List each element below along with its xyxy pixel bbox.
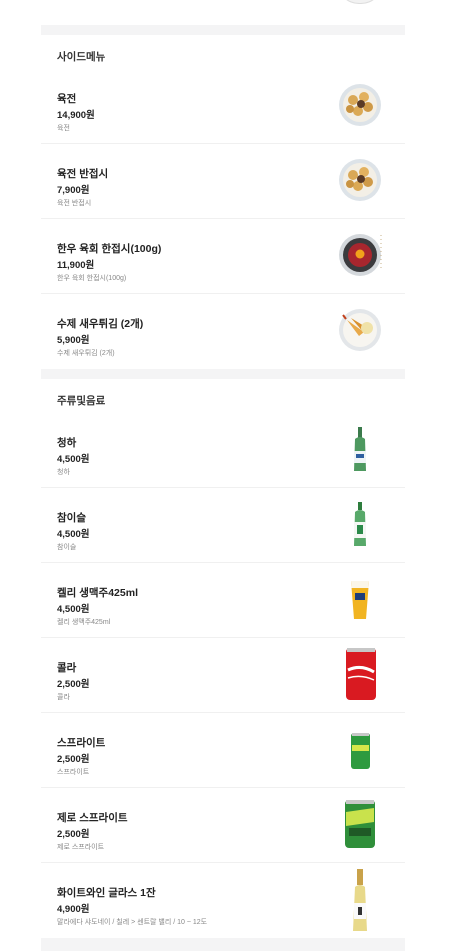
item-description: 육전 반접시 [57,200,92,207]
menu-item-sprite[interactable]: 스프라이트 2,500원 스프라이트 [41,713,405,788]
item-price: 4,500원 [57,454,90,465]
section-title: 주류및음료 [57,395,106,407]
item-price: 4,900원 [57,904,90,915]
item-price: 4,500원 [57,604,90,615]
item-price: 7,900원 [57,185,90,196]
item-price: 14,900원 [57,110,95,121]
item-name: 화이트와인 글라스 1잔 [57,887,156,899]
previous-item-image [337,0,383,4]
item-description: 말라에다 샤도네이 / 칠레 > 센트랄 밸리 / 10 ~ 12도 [57,919,208,926]
item-price: 2,500원 [57,679,90,690]
item-price: 4,500원 [57,529,90,540]
section-drinks: 주류및음료 청하 4,500원 청하 참이슬 4,500원 참이슬 켈리 생맥주… [41,379,405,938]
menu-page: 사이드메뉴 육전 14,900원 육전 육전 반접시 7,900원 육전 반접시 [41,0,405,951]
item-price: 5,900원 [57,335,90,346]
item-description: 켈리 생맥주425ml [57,619,111,626]
shrimp-tempura-plate-image [337,306,383,354]
menu-item-kelly-beer[interactable]: 켈리 생맥주425ml 4,500원 켈리 생맥주425ml [41,563,405,638]
item-price: 2,500원 [57,754,90,765]
item-price: 11,900원 [57,260,95,271]
white-wine-bottle-image [337,869,383,931]
item-name: 육전 [57,93,77,105]
section-title: 사이드메뉴 [57,51,106,63]
menu-item-cola[interactable]: 콜라 2,500원 콜라 [41,638,405,713]
item-name: 제로 스프라이트 [57,812,128,824]
item-description: 스프라이트 [57,769,90,776]
sprite-zero-can-image [337,800,383,848]
item-name: 켈리 생맥주425ml [57,587,138,599]
section-divider [41,25,405,35]
yukjeon-plate-image [337,81,383,129]
item-name: 한우 육회 한접시(100g) [57,243,162,255]
menu-item-yukjeon-half[interactable]: 육전 반접시 7,900원 육전 반접시 [41,144,405,219]
section-divider [41,369,405,379]
item-description: 콜라 [57,694,70,701]
item-description: 수제 새우튀김 (2개) [57,350,115,357]
item-name: 스프라이트 [57,737,106,749]
cheongha-bottle-image [337,425,383,473]
sprite-can-image [337,725,383,773]
menu-item-white-wine[interactable]: 화이트와인 글라스 1잔 4,900원 말라에다 샤도네이 / 칠레 > 센트랄… [41,863,405,938]
item-description: 참이슬 [57,544,77,551]
chamisul-bottle-image [337,500,383,548]
menu-item-sprite-zero[interactable]: 제로 스프라이트 2,500원 제로 스프라이트 [41,788,405,863]
item-description: 육전 [57,125,70,132]
yukjeon-plate-image [337,156,383,204]
menu-item-cheongha[interactable]: 청하 4,500원 청하 [41,413,405,488]
item-description: 청하 [57,469,70,476]
yukhoe-plate-image [337,231,383,279]
item-description: 제로 스프라이트 [57,844,105,851]
menu-item-chamisul[interactable]: 참이슬 4,500원 참이슬 [41,488,405,563]
menu-item-yukhoe[interactable]: 한우 육회 한접시(100g) 11,900원 한우 육회 한접시(100g) [41,219,405,294]
item-name: 청하 [57,437,77,449]
section-side-menu: 사이드메뉴 육전 14,900원 육전 육전 반접시 7,900원 육전 반접시 [41,35,405,369]
beer-glass-image [337,575,383,623]
item-description: 한우 육회 한접시(100g) [57,275,127,282]
item-price: 2,500원 [57,829,90,840]
cola-can-image [337,648,383,700]
previous-item-stub [41,0,405,25]
item-name: 참이슬 [57,512,86,524]
item-name: 수제 새우튀김 (2개) [57,318,144,330]
item-name: 육전 반접시 [57,168,109,180]
menu-item-shrimp-tempura[interactable]: 수제 새우튀김 (2개) 5,900원 수제 새우튀김 (2개) [41,294,405,369]
menu-item-yukjeon[interactable]: 육전 14,900원 육전 [41,69,405,144]
item-name: 콜라 [57,662,77,674]
